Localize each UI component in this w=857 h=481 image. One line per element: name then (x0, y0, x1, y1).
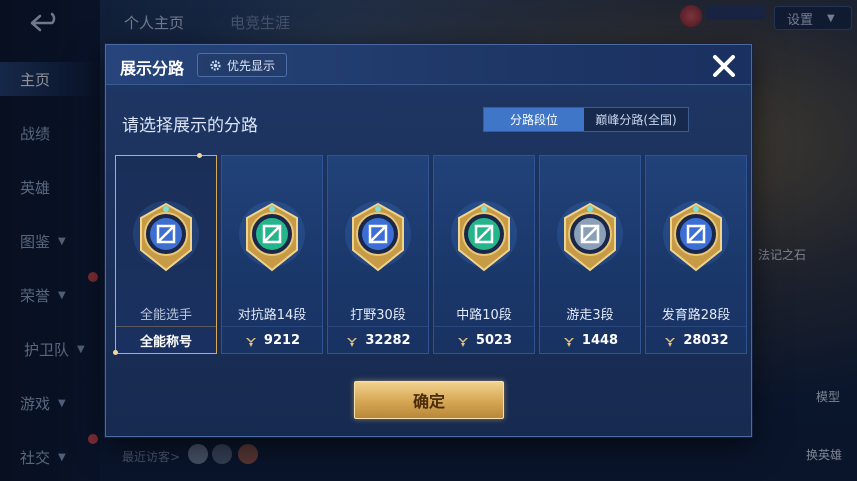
lane-display-dialog: 展示分路 优先显示 请选择展示的分路 分路段位 巅峰分路(全国) 全能选手全能称… (105, 44, 752, 437)
lane-card-score: 32282 (365, 333, 411, 348)
priority-display-button[interactable]: 优先显示 (197, 53, 287, 77)
lane-card-footer: 1448 (540, 326, 640, 354)
dialog-subtitle: 请选择展示的分路 (122, 116, 258, 136)
lane-card[interactable]: 发育路28段 28032 (645, 155, 747, 354)
lane-tab-switcher: 分路段位 巅峰分路(全国) (483, 107, 689, 132)
lane-card-name: 对抗路14段 (237, 308, 307, 323)
corner-sparkle (113, 350, 118, 355)
confirm-button[interactable]: 确定 (354, 381, 504, 419)
lane-card-score: 全能称号 (139, 335, 192, 350)
lane-card-name: 中路10段 (456, 308, 512, 323)
rank-points-icon (665, 337, 676, 347)
rank-points-icon (563, 337, 574, 347)
lane-card-name: 发育路28段 (661, 308, 731, 323)
lane-card-score: 5023 (475, 333, 513, 348)
lane-card[interactable]: 游走3段 1448 (539, 155, 641, 354)
all-round-emblem-icon (133, 201, 199, 272)
tab-lane-rank[interactable]: 分路段位 (484, 108, 584, 131)
rank-points-icon (457, 337, 468, 347)
lane-card[interactable]: 打野30段 32282 (327, 155, 429, 354)
jungle-emblem-icon (345, 201, 411, 272)
lane-card-name: 游走3段 (566, 308, 614, 323)
rank-points-icon (347, 337, 358, 347)
dialog-header: 展示分路 优先显示 (106, 45, 751, 85)
gear-icon (210, 59, 221, 71)
lane-card-score: 1448 (581, 333, 619, 348)
lane-card-score: 28032 (683, 333, 729, 348)
close-icon[interactable] (708, 50, 740, 82)
mid-lane-emblem-icon (451, 201, 517, 272)
lane-card-name: 打野30段 (350, 308, 406, 323)
lane-card-footer: 9212 (222, 326, 322, 354)
lane-card-name: 全能选手 (139, 308, 192, 323)
lane-card-score: 9212 (263, 333, 301, 348)
farm-lane-emblem-icon (663, 201, 729, 272)
rank-points-icon (245, 337, 256, 347)
lane-card-footer: 28032 (646, 326, 746, 354)
lane-card-footer: 32282 (328, 326, 428, 354)
priority-display-label: 优先显示 (226, 58, 275, 73)
lane-card[interactable]: 对抗路14段 9212 (221, 155, 323, 354)
roam-emblem-icon (557, 201, 623, 272)
dialog-title: 展示分路 (120, 59, 185, 78)
lane-card-footer: 全能称号 (116, 326, 216, 354)
lane-card[interactable]: 中路10段 5023 (433, 155, 535, 354)
tab-peak-lane-national[interactable]: 巅峰分路(全国) (584, 108, 688, 131)
corner-sparkle (197, 153, 202, 158)
lane-card-footer: 5023 (434, 326, 534, 354)
clash-lane-emblem-icon (239, 201, 305, 272)
lane-card[interactable]: 全能选手 全能称号 (113, 153, 217, 355)
